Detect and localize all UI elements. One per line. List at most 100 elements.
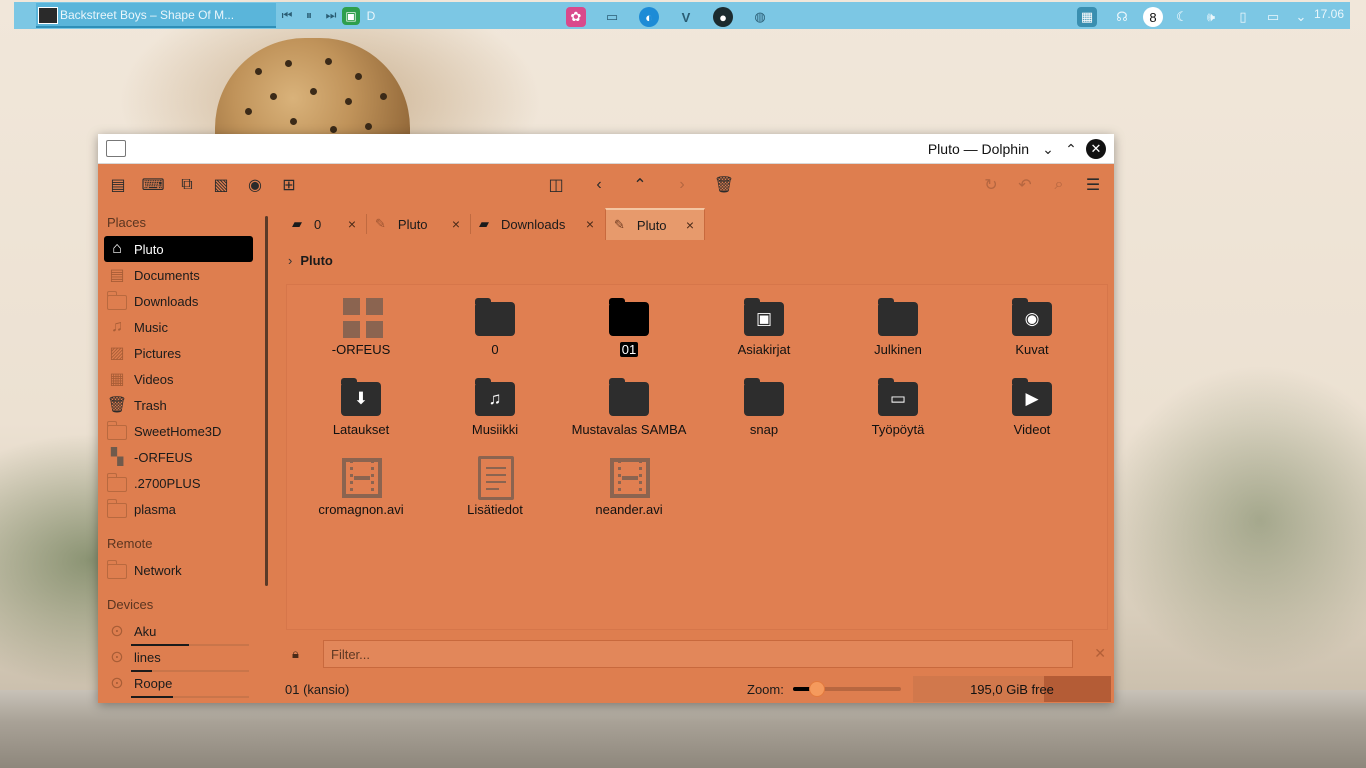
filter-input[interactable]	[323, 640, 1073, 668]
battery-indicator[interactable]: D	[360, 5, 382, 27]
tab-close-icon[interactable]: ×	[348, 216, 356, 232]
file-name: -ORFEUS	[331, 342, 391, 357]
places-scrollbar[interactable]	[265, 216, 268, 586]
place-plasma[interactable]: plasma	[104, 496, 253, 522]
display-icon[interactable]: ▭	[1263, 7, 1283, 27]
menu-icon[interactable]: ☰	[1082, 174, 1104, 196]
file-item[interactable]: Mustavalas SAMBA	[564, 378, 694, 437]
file-manager-icon[interactable]: ▭	[602, 7, 622, 27]
device-lines[interactable]: ⊙ lines	[104, 644, 253, 672]
place-music[interactable]: ♫ Music	[104, 314, 253, 340]
file-item[interactable]: Lisätiedot	[430, 456, 560, 517]
breadcrumb[interactable]: › Pluto	[288, 253, 333, 268]
place-videos[interactable]: ▦ Videos	[104, 366, 253, 392]
panels-icon[interactable]: ▤	[107, 174, 129, 196]
tab-downloads[interactable]: ▰ Downloads ×	[471, 208, 604, 240]
android-icon[interactable]: ▣	[342, 6, 360, 25]
file-item[interactable]: ⬇ Lataukset	[296, 378, 426, 437]
free-space-indicator[interactable]: 195,0 GiB free	[913, 676, 1111, 702]
media-pause-button[interactable]: ⏸	[298, 5, 320, 27]
search-icon[interactable]: ⌕	[1048, 174, 1070, 196]
lock-icon[interactable]: 🔒︎	[292, 646, 299, 662]
place-pluto[interactable]: ⌂ Pluto	[104, 236, 253, 262]
device-aku[interactable]: ⊙ Aku	[104, 618, 253, 646]
minimize-button[interactable]: ⌄	[1038, 139, 1058, 159]
zoom-slider-handle[interactable]	[808, 681, 825, 697]
terminal-icon[interactable]: ⌨	[141, 174, 164, 196]
tab-label: Downloads	[501, 216, 566, 232]
battery-icon[interactable]: ▯	[1233, 7, 1253, 27]
file-item[interactable]: ▭ Työpöytä	[833, 378, 963, 437]
place-2700plus[interactable]: .2700PLUS	[104, 470, 253, 496]
delete-icon[interactable]: 🗑	[713, 174, 735, 196]
place-pictures[interactable]: ▨ Pictures	[104, 340, 253, 366]
reload-icon[interactable]: ↻	[980, 174, 1002, 196]
main-toolbar: ▤ ⌨ ⧉ ▧ ◉ ⊞ ◫ ‹ ⌃ › 🗑 ↻ ↶ ⌕ ☰	[98, 165, 1114, 205]
back-icon[interactable]: ‹	[588, 174, 610, 196]
tab-close-icon[interactable]: ×	[586, 216, 594, 232]
place-downloads[interactable]: Downloads	[104, 288, 253, 314]
title-bar[interactable]: Pluto — Dolphin ⌄ ⌃ ✕	[98, 134, 1114, 164]
preview-icon[interactable]: ▧	[210, 174, 232, 196]
media-previous-button[interactable]: ⏮	[276, 5, 298, 27]
file-item[interactable]: snap	[699, 378, 829, 437]
place-documents[interactable]: ▤ Documents	[104, 262, 253, 288]
file-item[interactable]: ♫ Musiikki	[430, 378, 560, 437]
split-view-icon[interactable]: ◫	[545, 174, 567, 196]
folder-icon: ▰	[479, 216, 489, 231]
clock[interactable]: 17.06	[1314, 7, 1344, 21]
file-item[interactable]: cromagnon.avi	[296, 458, 426, 517]
tray-expand-icon[interactable]: ⌄	[1291, 7, 1311, 27]
apple-icon[interactable]	[786, 7, 806, 27]
file-item[interactable]: ▶ Videot	[967, 378, 1097, 437]
close-button[interactable]: ✕	[1086, 139, 1106, 159]
taskbar-media-task[interactable]: Backstreet Boys – Shape Of M...	[36, 3, 276, 28]
zoom-slider[interactable]	[793, 681, 901, 697]
eye-icon[interactable]: ◉	[244, 174, 266, 196]
flower-app-icon[interactable]: ✿	[566, 7, 586, 27]
tray-weather-icon[interactable]: ☾	[1172, 7, 1192, 27]
place-network[interactable]: Network	[104, 557, 253, 583]
file-item[interactable]: -ORFEUS	[296, 298, 426, 357]
edge-browser-icon[interactable]: ◐	[639, 7, 659, 27]
vivaldi-icon[interactable]: V	[676, 7, 696, 27]
tab-pluto[interactable]: ✎ Pluto ×	[367, 208, 470, 240]
leopard-spot	[345, 98, 352, 105]
wallpaper-leopard	[215, 38, 410, 148]
file-item[interactable]: Julkinen	[833, 298, 963, 357]
file-item[interactable]: ◉ Kuvat	[967, 298, 1097, 357]
up-icon[interactable]: ⌃	[629, 174, 651, 196]
folder-pictures-icon: ◉	[1011, 298, 1053, 336]
tab-close-icon[interactable]: ×	[452, 216, 460, 232]
file-view[interactable]: -ORFEUS 0 01 ▣ Asiakirjat Julkinen ◉ Kuv…	[286, 284, 1108, 630]
file-item[interactable]: ▣ Asiakirjat	[699, 298, 829, 357]
place-sweethome3d[interactable]: SweetHome3D	[104, 418, 253, 444]
tab-bar: ▰ 0 × ✎ Pluto × ▰ Downloads × ✎ Pluto ×	[284, 208, 1114, 240]
place-trash[interactable]: 🗑 Trash	[104, 392, 253, 418]
clear-filter-icon[interactable]: ✕	[1094, 645, 1106, 662]
tray-network-icon[interactable]: ☊	[1112, 7, 1132, 27]
media-next-button[interactable]: ⏭	[320, 5, 342, 27]
place-label: plasma	[134, 501, 176, 517]
folder-icon	[106, 420, 128, 441]
file-item[interactable]: neander.avi	[564, 458, 694, 517]
tray-eight-icon[interactable]: 8	[1143, 7, 1163, 27]
file-item[interactable]: 0	[430, 298, 560, 357]
globe-icon[interactable]: ◍	[750, 7, 770, 27]
undo-icon[interactable]: ↶	[1014, 174, 1036, 196]
new-window-icon[interactable]: ⧉	[176, 174, 198, 196]
media-app-icon[interactable]: ●	[713, 7, 733, 27]
device-roope[interactable]: ⊙ Roope	[104, 670, 253, 698]
zoom-label: Zoom:	[747, 682, 784, 697]
tray-app-icon[interactable]: ▦	[1077, 7, 1097, 27]
maximize-button[interactable]: ⌃	[1061, 139, 1081, 159]
new-tab-icon[interactable]: ⊞	[278, 174, 300, 196]
tab-pluto-active[interactable]: ✎ Pluto ×	[605, 208, 705, 240]
file-item-selected[interactable]: 01	[564, 298, 694, 357]
place-orfeus[interactable]: ▚ -ORFEUS	[104, 444, 253, 470]
breadcrumb-item[interactable]: Pluto	[300, 253, 333, 268]
tab-close-icon[interactable]: ×	[686, 217, 694, 233]
volume-icon[interactable]: 🕪	[1201, 7, 1221, 27]
forward-icon[interactable]: ›	[671, 174, 693, 196]
tab-0[interactable]: ▰ 0 ×	[284, 208, 366, 240]
